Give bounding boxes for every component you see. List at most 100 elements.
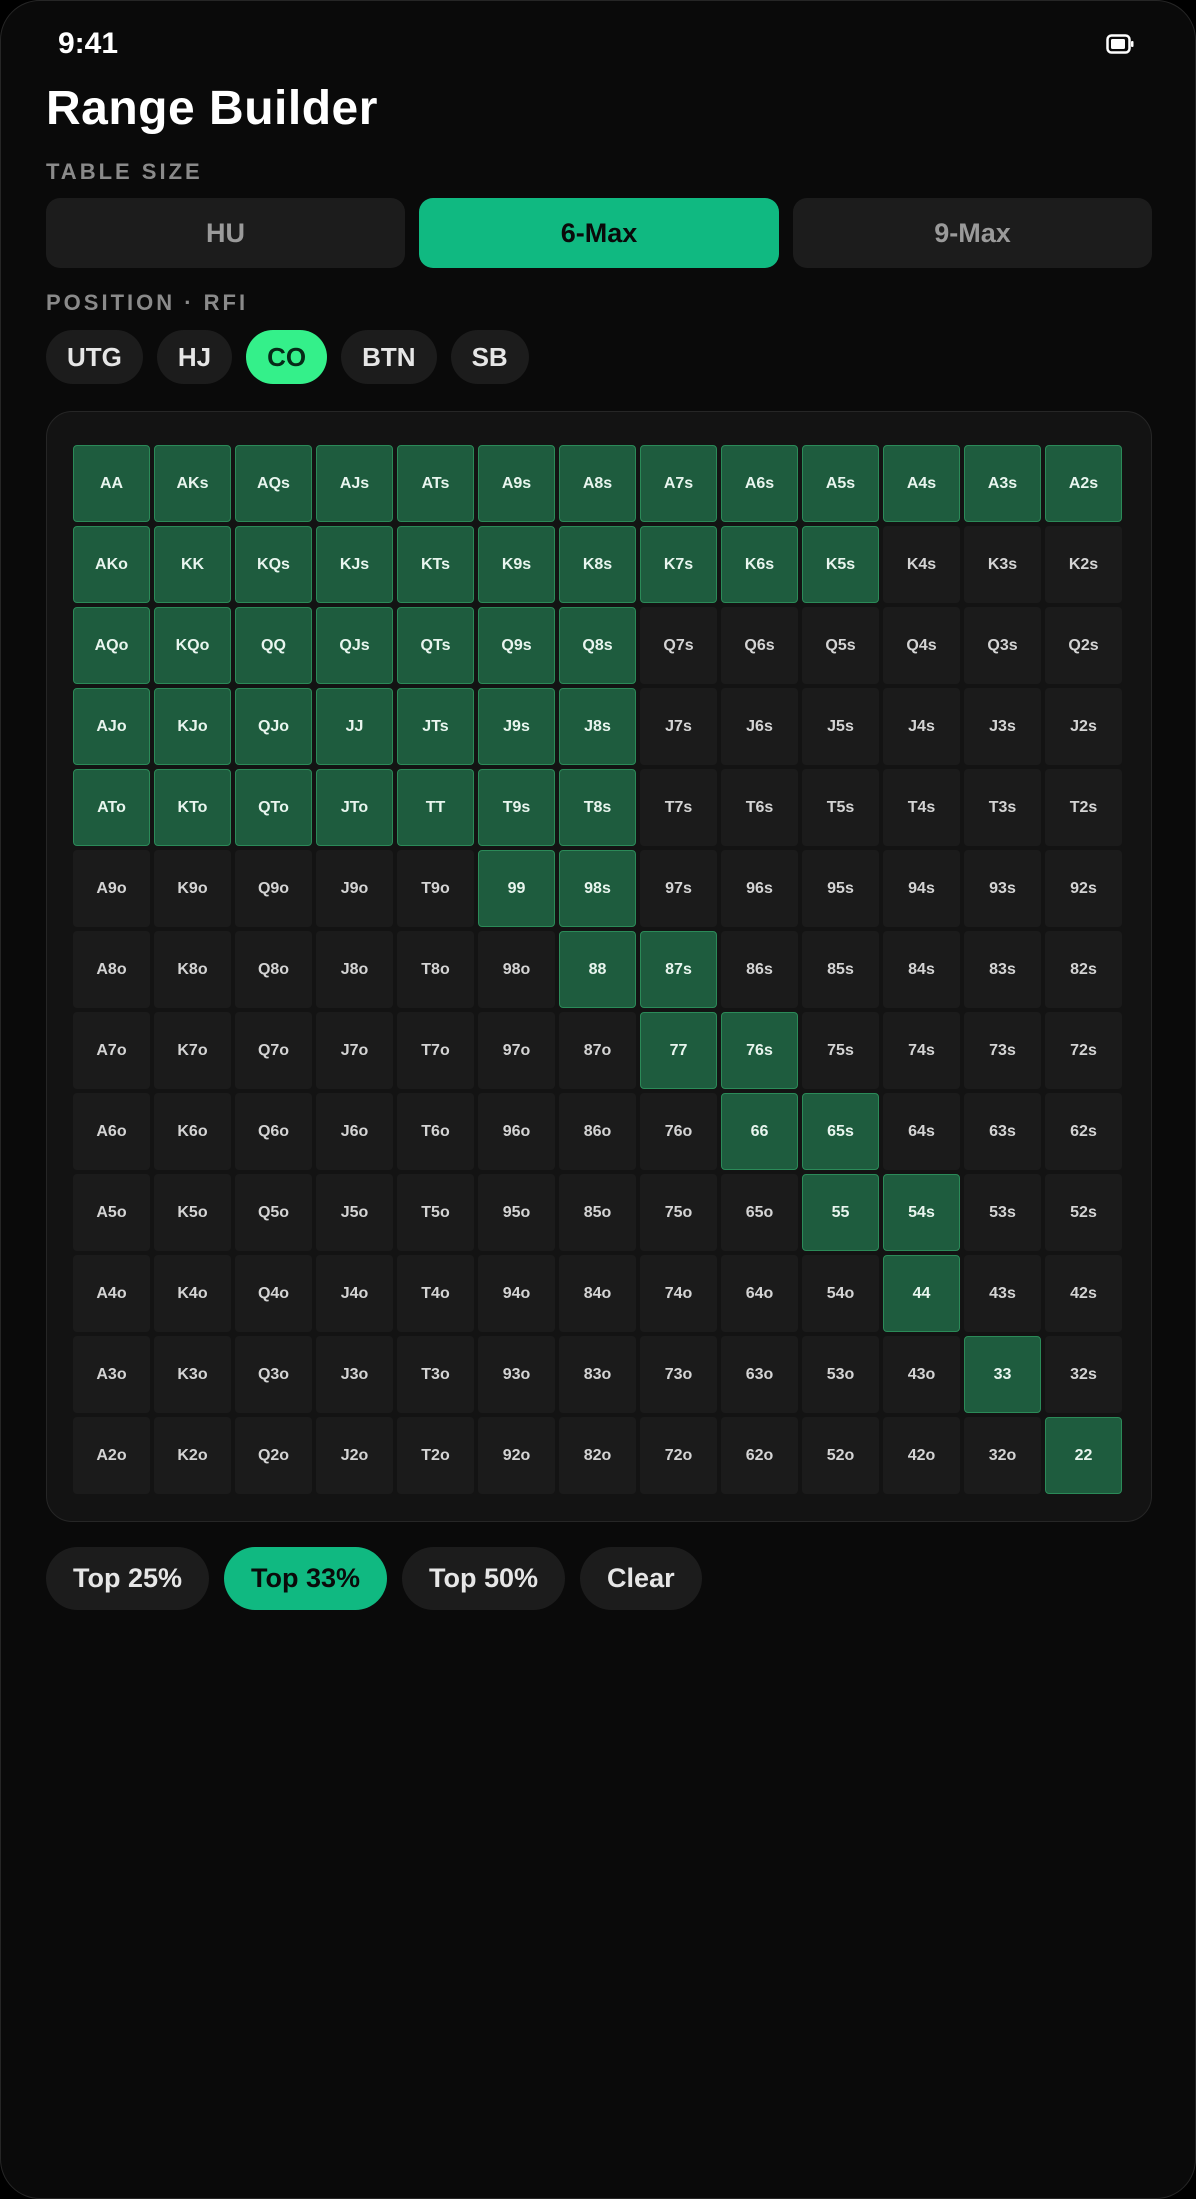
hand-cell[interactable]: ATs [397,445,474,522]
hand-cell[interactable]: K3o [154,1336,231,1413]
hand-cell[interactable]: Q2o [235,1417,312,1494]
hand-cell[interactable]: KTo [154,769,231,846]
hand-cell[interactable]: K6o [154,1093,231,1170]
hand-cell[interactable]: Q2s [1045,607,1122,684]
hand-cell[interactable]: A7s [640,445,717,522]
hand-cell[interactable]: J3s [964,688,1041,765]
hand-cell[interactable]: AA [73,445,150,522]
hand-cell[interactable]: AKo [73,526,150,603]
preset-top-50[interactable]: Top 50% [402,1547,566,1610]
hand-cell[interactable]: J3o [316,1336,393,1413]
hand-cell[interactable]: 42o [883,1417,960,1494]
hand-cell[interactable]: J8o [316,931,393,1008]
hand-cell[interactable]: T7s [640,769,717,846]
hand-cell[interactable]: 65o [721,1174,798,1251]
hand-cell[interactable]: A7o [73,1012,150,1089]
hand-cell[interactable]: K8o [154,931,231,1008]
hand-cell[interactable]: QQ [235,607,312,684]
hand-cell[interactable]: KJs [316,526,393,603]
hand-cell[interactable]: J6o [316,1093,393,1170]
hand-cell[interactable]: J6s [721,688,798,765]
hand-cell[interactable]: 75o [640,1174,717,1251]
hand-cell[interactable]: 85s [802,931,879,1008]
hand-cell[interactable]: T8s [559,769,636,846]
hand-cell[interactable]: K9o [154,850,231,927]
hand-cell[interactable]: Q9o [235,850,312,927]
position-hj[interactable]: HJ [156,330,233,384]
hand-cell[interactable]: 95o [478,1174,555,1251]
hand-cell[interactable]: K3s [964,526,1041,603]
hand-cell[interactable]: 96o [478,1093,555,1170]
hand-cell[interactable]: 94o [478,1255,555,1332]
hand-cell[interactable]: T5s [802,769,879,846]
hand-cell[interactable]: J7s [640,688,717,765]
hand-cell[interactable]: 32o [964,1417,1041,1494]
hand-cell[interactable]: 64s [883,1093,960,1170]
hand-cell[interactable]: 87o [559,1012,636,1089]
hand-cell[interactable]: 83o [559,1336,636,1413]
hand-cell[interactable]: 33 [964,1336,1041,1413]
hand-cell[interactable]: A9s [478,445,555,522]
hand-cell[interactable]: T9s [478,769,555,846]
hand-cell[interactable]: 53o [802,1336,879,1413]
hand-cell[interactable]: 62o [721,1417,798,1494]
hand-cell[interactable]: 43o [883,1336,960,1413]
hand-cell[interactable]: 52o [802,1417,879,1494]
hand-cell[interactable]: 99 [478,850,555,927]
hand-cell[interactable]: T7o [397,1012,474,1089]
hand-cell[interactable]: 84o [559,1255,636,1332]
hand-cell[interactable]: 75s [802,1012,879,1089]
hand-cell[interactable]: 98o [478,931,555,1008]
hand-cell[interactable]: 76s [721,1012,798,1089]
hand-cell[interactable]: 93o [478,1336,555,1413]
hand-cell[interactable]: A5s [802,445,879,522]
hand-cell[interactable]: 92s [1045,850,1122,927]
hand-cell[interactable]: Q6s [721,607,798,684]
hand-cell[interactable]: T5o [397,1174,474,1251]
hand-cell[interactable]: 84s [883,931,960,1008]
hand-cell[interactable]: 53s [964,1174,1041,1251]
hand-cell[interactable]: T3o [397,1336,474,1413]
hand-cell[interactable]: J7o [316,1012,393,1089]
hand-cell[interactable]: JTs [397,688,474,765]
hand-cell[interactable]: 86o [559,1093,636,1170]
hand-cell[interactable]: K4s [883,526,960,603]
hand-cell[interactable]: 88 [559,931,636,1008]
hand-cell[interactable]: 22 [1045,1417,1122,1494]
hand-cell[interactable]: A6s [721,445,798,522]
hand-cell[interactable]: Q8s [559,607,636,684]
hand-cell[interactable]: J5o [316,1174,393,1251]
hand-cell[interactable]: AKs [154,445,231,522]
hand-cell[interactable]: 83s [964,931,1041,1008]
hand-cell[interactable]: T3s [964,769,1041,846]
table-size-hu[interactable]: HU [46,198,405,268]
hand-cell[interactable]: A6o [73,1093,150,1170]
hand-cell[interactable]: A2s [1045,445,1122,522]
hand-cell[interactable]: K5o [154,1174,231,1251]
hand-cell[interactable]: 94s [883,850,960,927]
hand-cell[interactable]: QTo [235,769,312,846]
hand-cell[interactable]: A3s [964,445,1041,522]
hand-cell[interactable]: 72o [640,1417,717,1494]
hand-cell[interactable]: 32s [1045,1336,1122,1413]
clear-button[interactable]: Clear [580,1547,702,1610]
hand-cell[interactable]: 65s [802,1093,879,1170]
hand-cell[interactable]: Q5s [802,607,879,684]
hand-cell[interactable]: K2o [154,1417,231,1494]
hand-cell[interactable]: 86s [721,931,798,1008]
hand-cell[interactable]: 74o [640,1255,717,1332]
hand-cell[interactable]: KK [154,526,231,603]
hand-cell[interactable]: A2o [73,1417,150,1494]
hand-cell[interactable]: 87s [640,931,717,1008]
hand-cell[interactable]: 73s [964,1012,1041,1089]
position-utg[interactable]: UTG [46,330,143,384]
hand-cell[interactable]: AJs [316,445,393,522]
position-sb[interactable]: SB [450,330,529,384]
hand-cell[interactable]: K2s [1045,526,1122,603]
hand-cell[interactable]: K9s [478,526,555,603]
hand-cell[interactable]: J2o [316,1417,393,1494]
hand-cell[interactable]: 62s [1045,1093,1122,1170]
preset-top-33[interactable]: Top 33% [224,1547,388,1610]
table-size-9max[interactable]: 9-Max [793,198,1152,268]
hand-cell[interactable]: Q8o [235,931,312,1008]
